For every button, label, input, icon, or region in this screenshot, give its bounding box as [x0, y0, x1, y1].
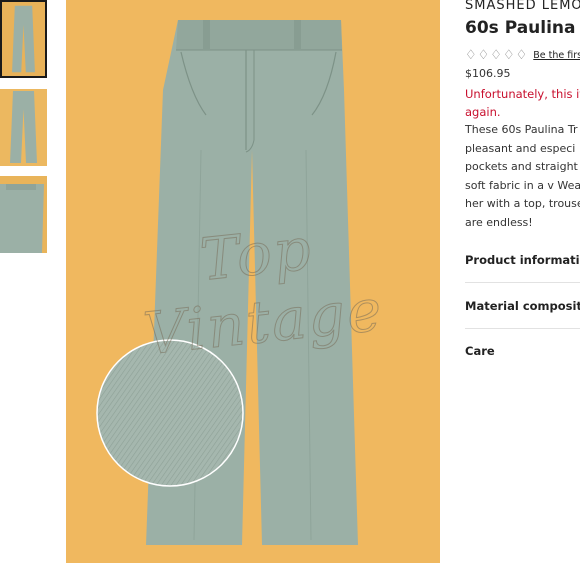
availability-message: Unfortunately, this ite again.	[465, 87, 580, 119]
accordion-product-information[interactable]: Product informatio	[465, 253, 580, 267]
accordion-material-composition[interactable]: Material compositio	[465, 299, 580, 313]
rating-stars-icon: ♢♢♢♢♢	[465, 48, 529, 63]
product-price: $106.95	[465, 67, 511, 80]
divider	[465, 328, 580, 329]
thumbnail-3[interactable]	[0, 176, 47, 253]
write-review-link[interactable]: Be the firs	[533, 50, 580, 61]
divider	[465, 282, 580, 283]
main-product-image[interactable]	[66, 0, 440, 563]
accordion-care[interactable]: Care	[465, 344, 580, 358]
thumbnail-1[interactable]	[0, 0, 47, 78]
product-description: These 60s Paulina Tr pleasant and especi…	[465, 123, 580, 229]
rating-row: ♢♢♢♢♢ Be the firs	[465, 48, 580, 63]
thumbnail-2[interactable]	[0, 89, 47, 166]
product-title: 60s Paulina T	[465, 18, 580, 38]
brand-name[interactable]: SMASHED LEMO	[465, 0, 580, 13]
